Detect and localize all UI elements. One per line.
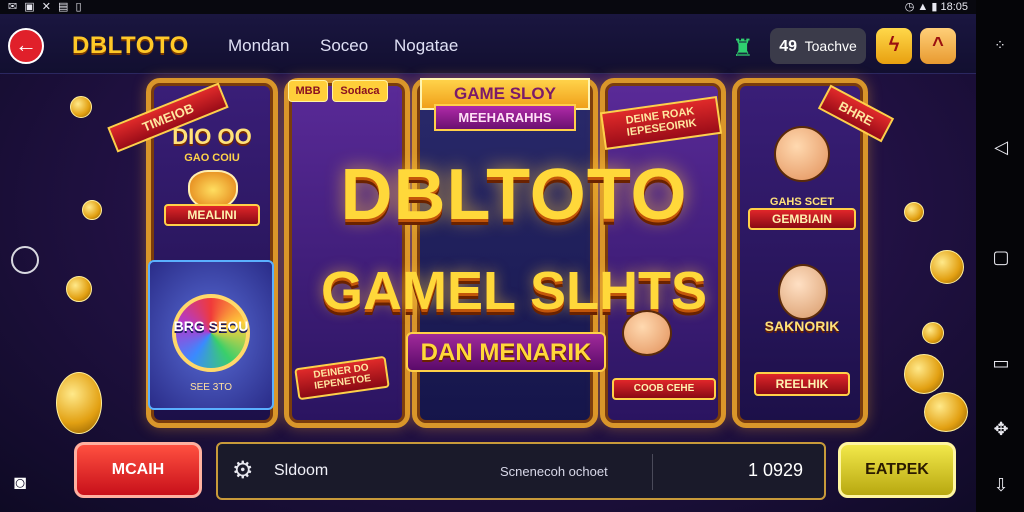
recent-apps-icon[interactable]: ▭ (990, 352, 1012, 374)
left-banner: MEALINI (164, 204, 260, 226)
camera-icon[interactable]: ◙ (14, 472, 26, 495)
puzzle-icon[interactable]: ✥ (990, 418, 1012, 440)
left-system-bar (0, 74, 54, 512)
gear-icon[interactable]: ⚙ (232, 458, 254, 484)
nav-link-2[interactable]: Soceo (320, 36, 368, 56)
back-arrow-icon[interactable]: ← (8, 28, 44, 64)
square-icon[interactable]: ▢ (990, 246, 1012, 268)
status-bar: ✉ ▣ ✕ ▤ ▯ ◷ ▲ ▮ 18:05 (0, 0, 976, 14)
panel-status-text: Scnenecoh ochoet (500, 464, 608, 479)
character-kid-icon (622, 310, 672, 356)
nav-link-1[interactable]: Mondan (228, 36, 289, 56)
grid-icon[interactable]: ⁘ (990, 34, 1012, 56)
trophy-icon[interactable]: ♜ (732, 34, 754, 63)
left-action-button[interactable]: MCAIH (74, 442, 202, 498)
top-app-bar: ← DBLTOTO Mondan Soceo Nogatae ♜ 49 Toac… (0, 14, 976, 74)
balance-pill[interactable]: 49 Toachve (770, 28, 866, 64)
right-mid-caption: SAKNORIK (764, 318, 840, 334)
right-top-caption: GAHS SCET (769, 196, 835, 208)
character-girl-icon (778, 264, 828, 320)
tag-badge: Sodaca (332, 80, 388, 102)
nav-link-3[interactable]: Nogatae (394, 36, 458, 56)
status-icons-right: ◷ ▲ ▮ 18:05 (904, 1, 968, 13)
headline-game: GAMEL SLHTS (320, 261, 707, 321)
coin-decoration (930, 250, 964, 284)
back-triangle-icon[interactable]: ◁ (990, 136, 1012, 158)
game-screen: ✉ ▣ ✕ ▤ ▯ ◷ ▲ ▮ 18:05 ← DBLTOTO Mondan S… (0, 0, 1024, 512)
top-banner-sub: MEEHARAHHS (434, 104, 576, 131)
coin-decoration (924, 392, 968, 432)
center-right-banner: COOB CEHE (612, 378, 716, 400)
wheel-label: BRG SEOU (173, 318, 249, 334)
coin-decoration (82, 200, 102, 220)
panel-divider (652, 454, 653, 490)
settings-panel[interactable]: ⚙ Sldoom Scnenecoh ochoet 1 0929 (216, 442, 826, 500)
balance-label: Toachve (804, 38, 857, 54)
right-top-banner: GEMBIAIN (748, 208, 856, 230)
right-action-button[interactable]: EATPEK (838, 442, 956, 498)
download-icon[interactable]: ⇩ (990, 474, 1012, 496)
right-bottom-banner: REELHIK (754, 372, 850, 396)
left-title: DIO OO (172, 124, 252, 149)
right-system-bar: ⁘ ◁ ▢ ▭ ✥ ⇩ (976, 0, 1024, 512)
balance-value: 49 (779, 38, 797, 55)
slot-stage: MBB Sodaca GAME SLOY MEEHARAHHS DEINE RO… (56, 74, 972, 434)
app-logo[interactable]: DBLTOTO (72, 32, 189, 60)
coin-decoration (70, 96, 92, 118)
bolt-icon[interactable]: ϟ (876, 28, 912, 64)
wheel-caption: SEE 3TO (189, 382, 233, 393)
bottom-control-bar: MCAIH ⚙ Sldoom Scnenecoh ochoet 1 0929 E… (56, 434, 972, 512)
coin-decoration (904, 202, 924, 222)
home-circle-icon[interactable] (11, 246, 39, 274)
coin-decoration (922, 322, 944, 344)
left-subtitle: GAO COIU (184, 152, 240, 164)
headline-brand: DBLTOTO (340, 155, 688, 235)
coin-decoration (66, 276, 92, 302)
headline-tagline: DAN MENARIK (406, 332, 606, 372)
character-boy-icon (774, 126, 830, 182)
coin-decoration (904, 354, 944, 394)
status-icons-left: ✉ ▣ ✕ ▤ ▯ (8, 1, 84, 13)
coin-decoration (56, 372, 102, 434)
chevron-up-icon[interactable]: ^ (920, 28, 956, 64)
panel-value: 1 0929 (748, 460, 804, 480)
tag-badge: MBB (288, 80, 328, 102)
panel-label: Sldoom (274, 462, 329, 479)
